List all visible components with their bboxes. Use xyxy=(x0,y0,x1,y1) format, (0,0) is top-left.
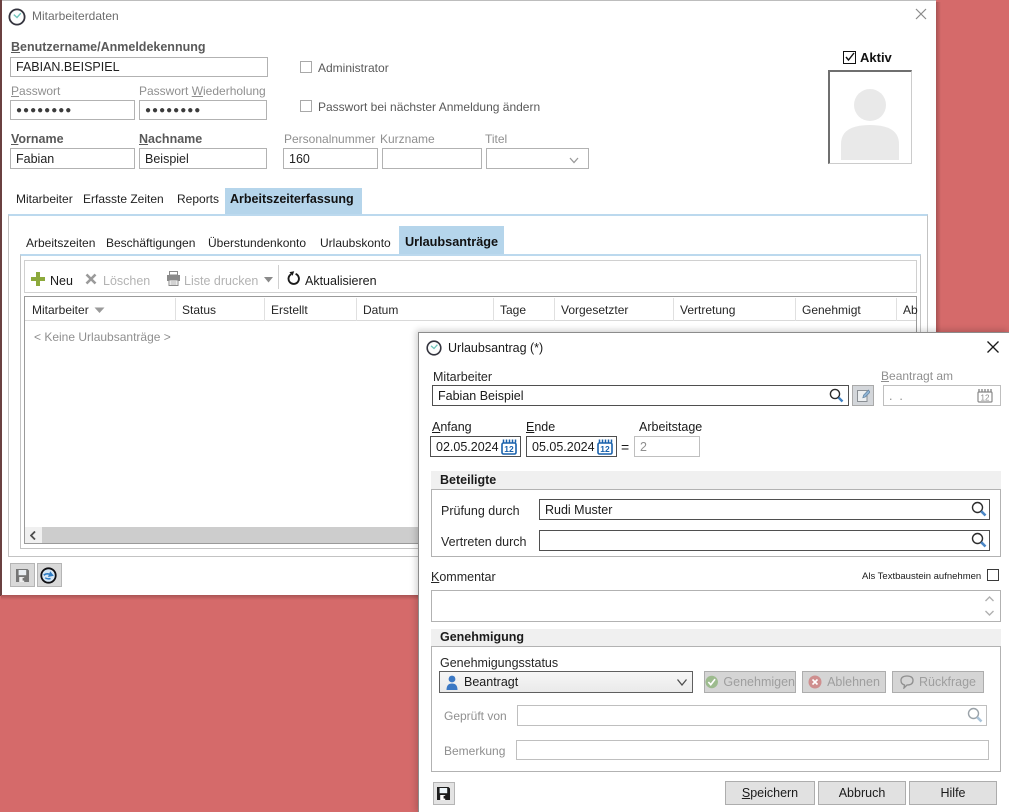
svg-text:12: 12 xyxy=(981,394,990,403)
svg-text:12: 12 xyxy=(600,444,610,454)
svg-text:12: 12 xyxy=(504,444,514,454)
